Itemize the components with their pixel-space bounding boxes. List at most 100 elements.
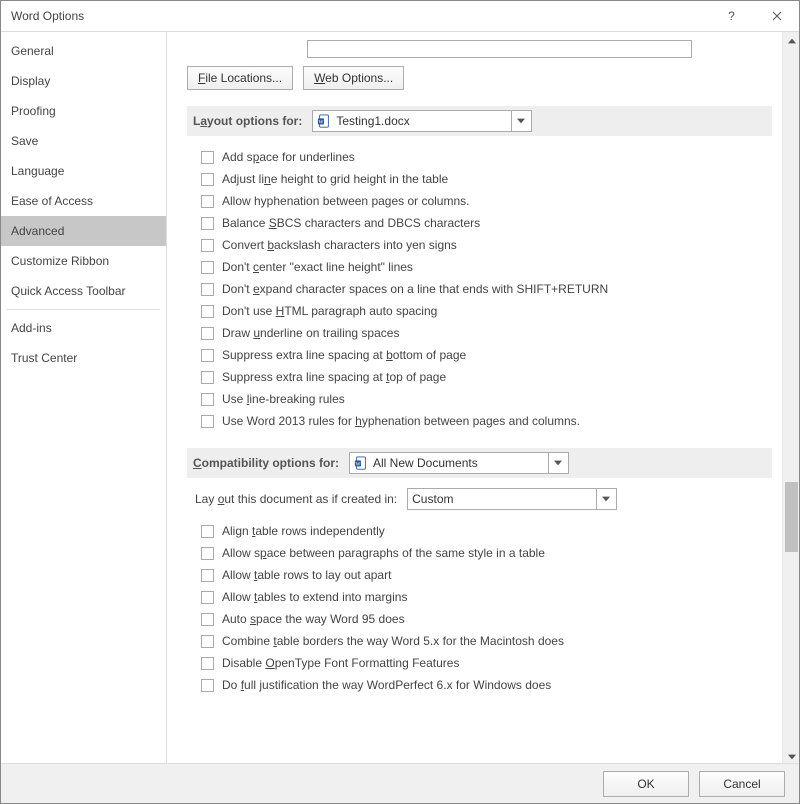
checkbox-box [201, 217, 214, 230]
layout-check-0[interactable]: Add space for underlines [201, 146, 772, 168]
checkbox-box [201, 349, 214, 362]
sidebar-item-customize-ribbon[interactable]: Customize Ribbon [1, 246, 166, 276]
scroll-up-arrow-icon[interactable] [783, 32, 799, 49]
compat-check-1[interactable]: Allow space between paragraphs of the sa… [201, 542, 772, 564]
checkbox-box [201, 635, 214, 648]
section-header-compat: Compatibility options for: W All New Doc… [187, 448, 772, 478]
section-header-layout: Layout options for: W Testing1.docx [187, 106, 772, 136]
checkbox-box [201, 261, 214, 274]
checkbox-label: Allow tables to extend into margins [222, 590, 407, 604]
file-locations-button[interactable]: File Locations... [187, 66, 293, 90]
layout-check-10[interactable]: Suppress extra line spacing at top of pa… [201, 366, 772, 388]
scroll-area: File Locations... Web Options... Layout … [167, 32, 782, 765]
layout-check-3[interactable]: Balance SBCS characters and DBCS charact… [201, 212, 772, 234]
checkbox-label: Add space for underlines [222, 150, 355, 164]
checkbox-box [201, 195, 214, 208]
dialog-footer: OK Cancel [1, 763, 799, 803]
layout-check-4[interactable]: Convert backslash characters into yen si… [201, 234, 772, 256]
dropdown-arrow-icon [548, 453, 566, 473]
checkbox-label: Combine table borders the way Word 5.x f… [222, 634, 564, 648]
checkbox-label: Align table rows independently [222, 524, 385, 538]
compat-check-7[interactable]: Do full justification the way WordPerfec… [201, 674, 772, 696]
sidebar-item-trust-center[interactable]: Trust Center [1, 343, 166, 373]
cancel-button[interactable]: Cancel [699, 771, 785, 797]
layout-as-label: Lay out this document as if created in: [195, 492, 397, 506]
sidebar-item-general[interactable]: General [1, 36, 166, 66]
checkbox-label: Auto space the way Word 95 does [222, 612, 405, 626]
checkbox-label: Allow space between paragraphs of the sa… [222, 546, 545, 560]
window-title: Word Options [11, 9, 709, 23]
sidebar-item-advanced[interactable]: Advanced [1, 216, 166, 246]
compat-check-6[interactable]: Disable OpenType Font Formatting Feature… [201, 652, 772, 674]
sidebar-item-language[interactable]: Language [1, 156, 166, 186]
checkbox-box [201, 415, 214, 428]
checkbox-label: Suppress extra line spacing at bottom of… [222, 348, 466, 362]
word-doc-icon: W [317, 114, 331, 128]
close-button[interactable] [754, 1, 799, 31]
svg-text:W: W [319, 120, 324, 126]
sidebar-item-quick-access-toolbar[interactable]: Quick Access Toolbar [1, 276, 166, 306]
compat-check-3[interactable]: Allow tables to extend into margins [201, 586, 772, 608]
dropdown-arrow-icon [596, 489, 614, 509]
checkbox-box [201, 173, 214, 186]
checkbox-label: Allow hyphenation between pages or colum… [222, 194, 470, 208]
vertical-scrollbar[interactable] [782, 32, 799, 765]
checkbox-box [201, 305, 214, 318]
compat-check-4[interactable]: Auto space the way Word 95 does [201, 608, 772, 630]
layout-check-2[interactable]: Allow hyphenation between pages or colum… [201, 190, 772, 212]
checkbox-label: Draw underline on trailing spaces [222, 326, 399, 340]
help-button[interactable]: ? [709, 1, 754, 31]
sidebar-separator [7, 309, 160, 310]
layout-check-12[interactable]: Use Word 2013 rules for hyphenation betw… [201, 410, 772, 432]
checkbox-box [201, 657, 214, 670]
checkbox-box [201, 239, 214, 252]
compat-options-label: Compatibility options for: [193, 456, 339, 470]
layout-as-combo[interactable]: Custom [407, 488, 617, 510]
compat-check-5[interactable]: Combine table borders the way Word 5.x f… [201, 630, 772, 652]
checkbox-box [201, 283, 214, 296]
button-row: File Locations... Web Options... [187, 66, 772, 90]
web-options-button[interactable]: Web Options... [303, 66, 404, 90]
checkbox-label: Disable OpenType Font Formatting Feature… [222, 656, 459, 670]
layout-as-row: Lay out this document as if created in: … [195, 488, 772, 510]
main-panel: File Locations... Web Options... Layout … [167, 32, 799, 765]
combo-value: All New Documents [373, 456, 543, 470]
sidebar-item-display[interactable]: Display [1, 66, 166, 96]
sidebar-item-save[interactable]: Save [1, 126, 166, 156]
svg-text:W: W [355, 462, 360, 468]
layout-check-9[interactable]: Suppress extra line spacing at bottom of… [201, 344, 772, 366]
compat-check-0[interactable]: Align table rows independently [201, 520, 772, 542]
checkbox-box [201, 327, 214, 340]
layout-options-label: Layout options for: [193, 114, 302, 128]
checkbox-box [201, 613, 214, 626]
checkbox-label: Adjust line height to grid height in the… [222, 172, 448, 186]
layout-options-document-combo[interactable]: W Testing1.docx [312, 110, 532, 132]
sidebar-item-proofing[interactable]: Proofing [1, 96, 166, 126]
layout-check-6[interactable]: Don't expand character spaces on a line … [201, 278, 772, 300]
checkbox-box [201, 371, 214, 384]
checkbox-box [201, 679, 214, 692]
checkbox-label: Balance SBCS characters and DBCS charact… [222, 216, 480, 230]
word-doc-icon: W [354, 456, 368, 470]
compat-checkboxes: Align table rows independently Allow spac… [201, 520, 772, 696]
layout-check-7[interactable]: Don't use HTML paragraph auto spacing [201, 300, 772, 322]
layout-check-8[interactable]: Draw underline on trailing spaces [201, 322, 772, 344]
unlabeled-text-input[interactable] [307, 40, 692, 58]
layout-check-5[interactable]: Don't center "exact line height" lines [201, 256, 772, 278]
layout-check-11[interactable]: Use line-breaking rules [201, 388, 772, 410]
combo-value: Testing1.docx [336, 114, 506, 128]
checkbox-label: Allow table rows to lay out apart [222, 568, 391, 582]
titlebar: Word Options ? [1, 1, 799, 31]
sidebar-item-ease-of-access[interactable]: Ease of Access [1, 186, 166, 216]
checkbox-label: Use line-breaking rules [222, 392, 345, 406]
compat-options-document-combo[interactable]: W All New Documents [349, 452, 569, 474]
layout-checkboxes: Add space for underlines Adjust line heig… [201, 146, 772, 432]
sidebar-item-add-ins[interactable]: Add-ins [1, 313, 166, 343]
ok-button[interactable]: OK [603, 771, 689, 797]
compat-check-2[interactable]: Allow table rows to lay out apart [201, 564, 772, 586]
dropdown-arrow-icon [511, 111, 529, 131]
layout-check-1[interactable]: Adjust line height to grid height in the… [201, 168, 772, 190]
checkbox-box [201, 547, 214, 560]
checkbox-label: Don't use HTML paragraph auto spacing [222, 304, 437, 318]
scrollbar-thumb[interactable] [785, 482, 798, 552]
